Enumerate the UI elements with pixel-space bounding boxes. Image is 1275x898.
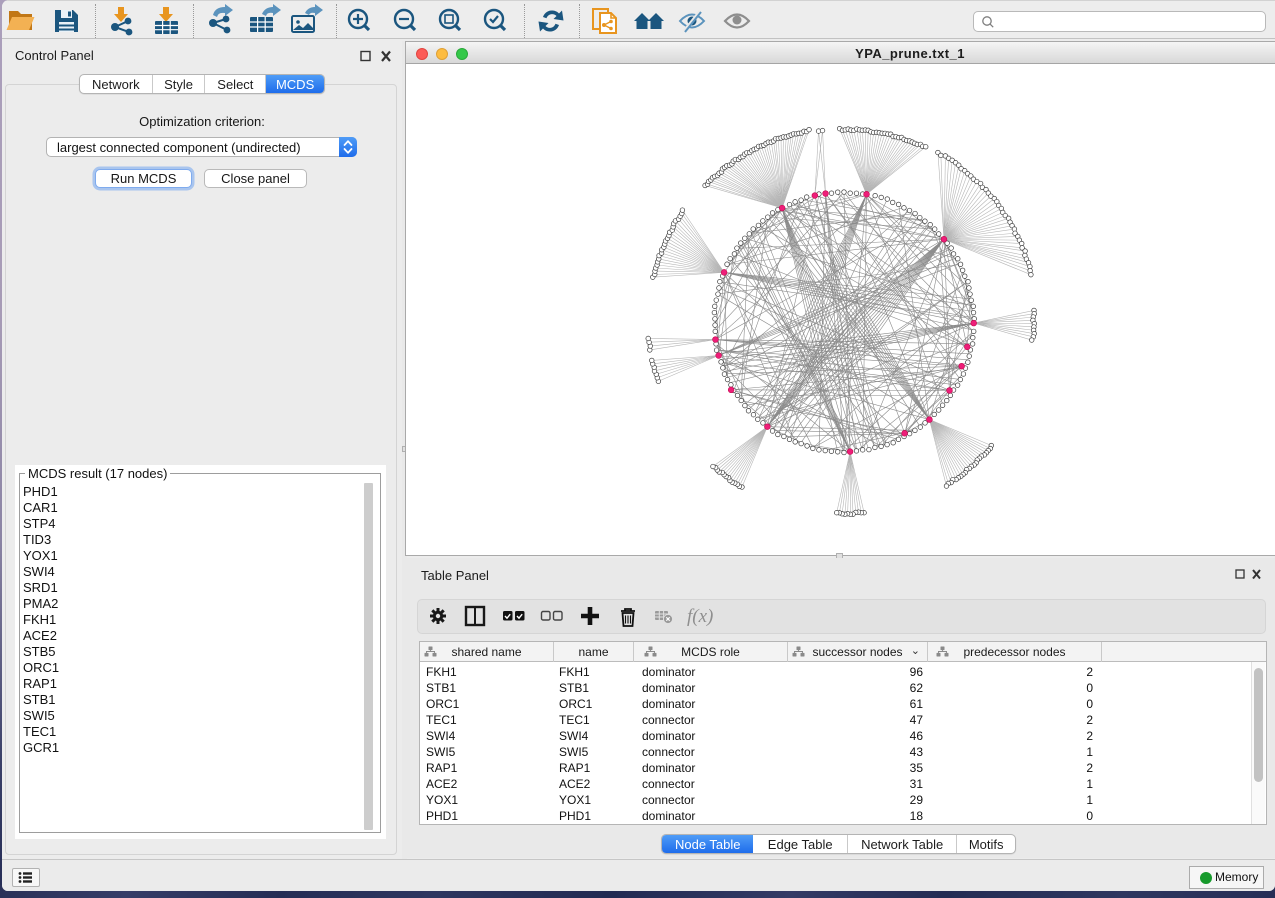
svg-text:f(x): f(x) bbox=[687, 606, 713, 627]
